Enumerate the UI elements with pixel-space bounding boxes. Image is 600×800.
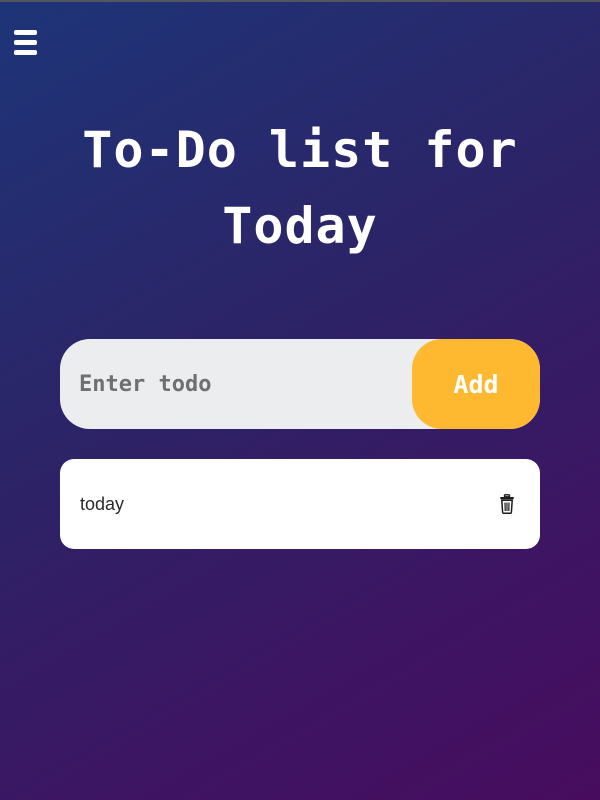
todo-input[interactable] [60,339,410,429]
menu-bar [14,30,37,35]
todo-item: today [60,459,540,549]
todo-form: Add [60,339,540,429]
menu-bar [14,50,37,55]
menu-bar [14,40,37,45]
todo-list: today [60,459,540,549]
trash-icon [500,494,522,514]
hamburger-menu-icon[interactable] [14,28,38,60]
window-top-border [0,0,600,2]
page-title: To-Do list for Today [82,121,518,255]
add-button[interactable]: Add [412,339,540,429]
todo-text: today [80,494,125,514]
delete-button[interactable] [500,492,522,516]
